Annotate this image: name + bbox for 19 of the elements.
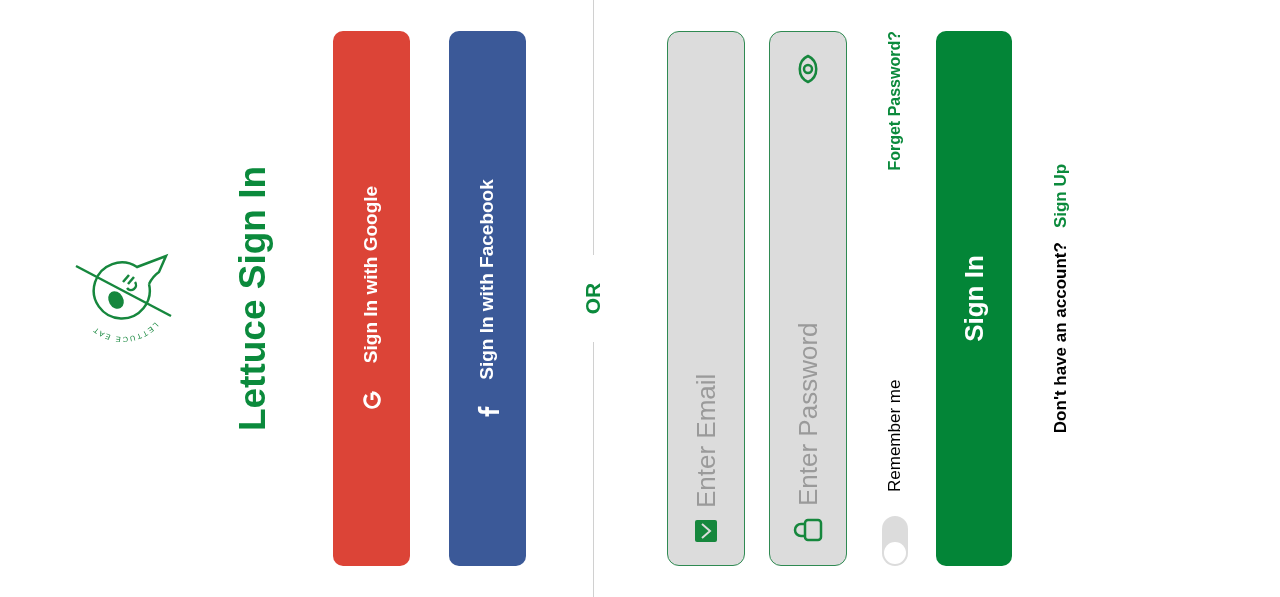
password-input[interactable]: Enter Password [788, 96, 828, 506]
sign-up-link[interactable]: Sign Up [1048, 163, 1074, 229]
divider-text: OR [580, 282, 606, 315]
forgot-password-link[interactable]: Forget Password? [882, 31, 907, 171]
facebook-sign-in-button[interactable]: Sign In with Facebook [449, 31, 526, 566]
email-field[interactable]: Enter Email [667, 31, 745, 566]
page-title: Lettuce Sign In [231, 164, 274, 434]
lock-icon [793, 518, 823, 542]
email-input[interactable]: Enter Email [686, 54, 726, 508]
mail-icon [695, 520, 717, 542]
logo-icon [75, 255, 172, 321]
google-icon [360, 389, 383, 412]
remember-label: Remember me [883, 379, 905, 492]
signup-prompt: Don't have an account? [1050, 242, 1071, 434]
google-sign-in-button[interactable]: Sign In with Google [333, 31, 410, 566]
facebook-icon [476, 405, 499, 418]
remember-toggle[interactable] [881, 516, 908, 566]
sign-in-button[interactable]: Sign In [936, 31, 1012, 566]
password-field[interactable]: Enter Password [769, 31, 847, 566]
